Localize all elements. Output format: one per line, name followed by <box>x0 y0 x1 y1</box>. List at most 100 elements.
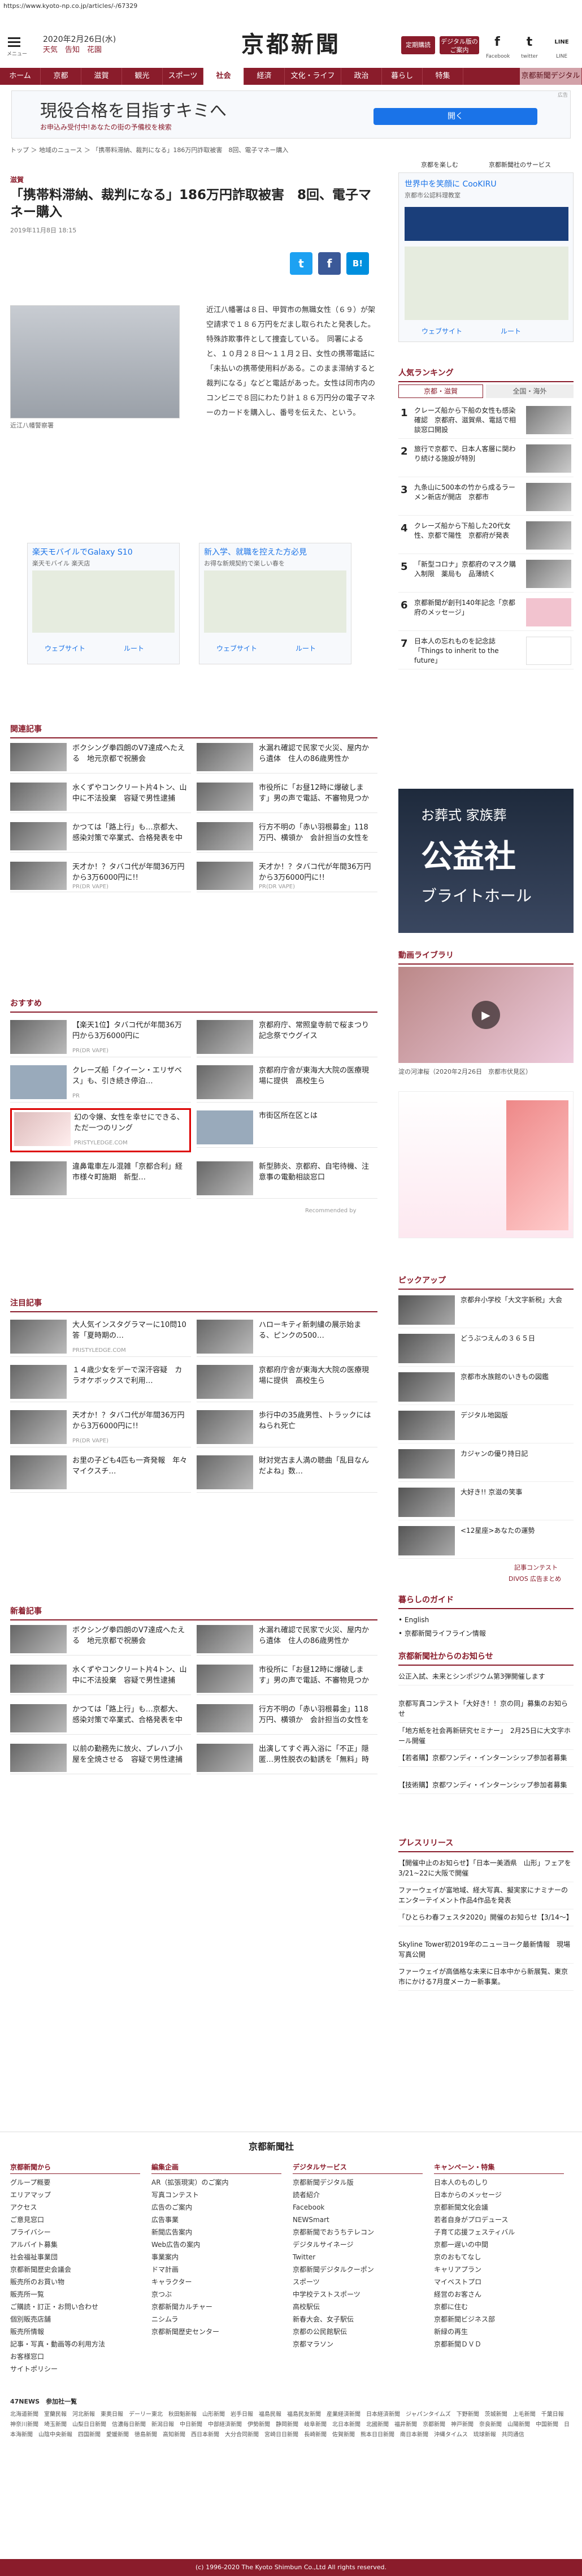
footer-link[interactable]: マイベストプロ <box>434 2276 564 2288</box>
share-hatena-button[interactable]: B! <box>346 252 369 275</box>
footer-link[interactable]: 日本からのメッセージ <box>434 2189 564 2201</box>
link-kyoto-fun[interactable]: 京都を楽しむ <box>421 161 458 170</box>
footer-link[interactable]: プライバシー <box>10 2226 140 2238</box>
facebook-icon[interactable]: f <box>489 34 506 51</box>
mid-ad-2[interactable]: 新入学、就職を控えた方必見 お得な新規契約で楽しい春を ウェブサイト ルート <box>199 543 351 664</box>
right-ad-mobile[interactable] <box>398 1091 574 1238</box>
top-ad-banner[interactable]: 現役合格を目指すキミへ お申込み受付中!あなたの街の予備校を検索 開く 広告 <box>11 90 571 139</box>
notice-item[interactable]: 「地方紙を社会再新研究セミナー」 2月25日に大文字ホール開催 <box>398 1722 574 1750</box>
footer-link[interactable]: Facebook <box>293 2201 423 2214</box>
footer-link[interactable]: 京都新聞デジタルクーポン <box>293 2263 423 2276</box>
footer-link[interactable]: アクセス <box>10 2201 140 2214</box>
footer-link[interactable]: 京都の公民館駅伝 <box>293 2326 423 2338</box>
footer-link[interactable]: 京都新聞でおうちテレコン <box>293 2226 423 2238</box>
ranking-item[interactable]: 5 「新型コロナ」京都府のマスク購入制限 薬局も 品薄続く <box>398 556 574 593</box>
digital-button[interactable]: デジタル版のご案内 <box>440 36 479 54</box>
attention-item[interactable]: 京都府庁舎が東海大大院の医療現場に提供 高校生ら <box>197 1363 377 1402</box>
latest-item[interactable]: かつては「路上行」も…京都大、感染対策で卒業式、合格発表を中止に <box>10 1702 191 1735</box>
footer-link[interactable]: ニシムラ <box>151 2313 281 2326</box>
right-ad-web-button[interactable]: ウェブサイト <box>422 327 462 336</box>
header-weather[interactable]: 天気 告知 花園 <box>43 45 102 56</box>
video-player[interactable]: ▶ <box>398 967 574 1063</box>
footer-link[interactable]: 社会福祉事業団 <box>10 2251 140 2263</box>
line-icon[interactable]: LINE <box>551 34 572 51</box>
footer-link[interactable]: 京つぶ <box>151 2288 281 2301</box>
attention-item[interactable]: 天才か！？タバコ代が年間36万円から3万6000円に!! PR(DR VAPE) <box>10 1408 191 1447</box>
nav-kyoto[interactable]: 京都 <box>41 68 81 85</box>
footer-link[interactable]: 新春大会、女子駅伝 <box>293 2313 423 2326</box>
network-list[interactable]: 北海道新聞 室蘭民報 河北新報 東奥日報 デーリー東北 秋田魁新報 山形新聞 岩… <box>10 2410 572 2440</box>
nav-kanko[interactable]: 観光 <box>122 68 163 85</box>
pickup-item[interactable]: デジタル地図版 <box>398 1407 574 1443</box>
ranking-tab-national[interactable]: 全国・海外 <box>486 384 574 398</box>
ranking-item[interactable]: 2 旅行で京都で、日本人客層に関わり続ける施設が特別 <box>398 441 574 477</box>
right-ad-banner-image[interactable] <box>405 207 568 241</box>
footer-link[interactable]: 新緑の再生 <box>434 2326 564 2338</box>
pickup-item[interactable]: 大好き!! 京滋の笑事 <box>398 1484 574 1520</box>
top-ad-open-button[interactable]: 開く <box>373 108 537 125</box>
footer-link[interactable]: お客様窓口 <box>10 2350 140 2363</box>
nav-digital[interactable]: 京都新聞デジタル <box>520 68 582 85</box>
footer-link[interactable]: キャラクター <box>151 2276 281 2288</box>
pickup-item[interactable]: 京都弁小学校「大文字新税」大会 <box>398 1292 574 1328</box>
ranking-item[interactable]: 1 クレーズ船から下船の女性も感染確認 京都府、滋賀県、電話で相談窓口開設 <box>398 403 574 439</box>
footer-link[interactable]: アルバイト募集 <box>10 2238 140 2251</box>
pickup-more-link[interactable]: 記事コンテスト <box>514 1563 558 1572</box>
nav-seiji[interactable]: 政治 <box>341 68 382 85</box>
ranking-item[interactable]: 6 京都新聞が創刊140年記念「京都府のメッセージ」 <box>398 595 574 631</box>
footer-link[interactable]: 中学校テストスポーツ <box>293 2288 423 2301</box>
nav-kurashi[interactable]: 暮らし <box>382 68 423 85</box>
pickup-item[interactable]: どうぶつえんの３６５日 <box>398 1330 574 1367</box>
footer-link[interactable]: 若者自身がプロデュース <box>434 2214 564 2226</box>
attention-item[interactable]: １４歳少女をデーで深汗容疑 カラオケボックスで利用… <box>10 1363 191 1402</box>
latest-item[interactable]: 出演してすぐ再入浴に「不正」隠匿…男性脱衣の勧誘を「無料」時間地域へ <box>197 1741 377 1774</box>
recommend-item[interactable]: 市街区所在区とは <box>197 1108 377 1148</box>
related-item[interactable]: 行方不明の「赤い羽根募金」118万円、横領か 会計担当の女性を書類送検 <box>197 820 377 853</box>
link-services[interactable]: 京都新聞社のサービス <box>489 161 551 170</box>
related-item[interactable]: 天才か！？タバコ代が年間36万円から3万6000円に!! PR(DR VAPE) <box>10 859 191 892</box>
notice-item[interactable]: 公正入試、未来とシンポジウム第3弾開催します <box>398 1668 574 1685</box>
footer-link[interactable]: 日本人のものしり <box>434 2176 564 2189</box>
guide-lifeline-link[interactable]: • 京都新聞ライフライン情報 <box>398 1625 574 1642</box>
footer-link[interactable]: 読者紹介 <box>293 2189 423 2201</box>
mid-ad-1-map[interactable] <box>32 570 175 633</box>
nav-shiga[interactable]: 滋賀 <box>81 68 122 85</box>
footer-link[interactable]: スポーツ <box>293 2276 423 2288</box>
footer-link[interactable]: 京都新聞ビジネス部 <box>434 2313 564 2326</box>
latest-item[interactable]: 水漏れ確認で民家で火災、屋内から遺体 住人の86歳男性か <box>197 1623 377 1656</box>
notice-item[interactable]: 【若者購】京都ワンディ・インターンシップ参加者募集 <box>398 1749 574 1767</box>
recommend-item[interactable]: 違鼻電車左ル混雑「京都合利」経市様々町施期 新型… <box>10 1159 191 1199</box>
share-facebook-button[interactable]: f <box>318 252 341 275</box>
footer-link[interactable]: 京都新聞文化会議 <box>434 2201 564 2214</box>
nav-keizai[interactable]: 経済 <box>244 68 285 85</box>
notice-item[interactable]: 京都写真コンテスト「大好き！！京の同」募集のお知らせ <box>398 1695 574 1723</box>
related-item[interactable]: 水漏れ確認で民家で火災、屋内から遺体 住人の86歳男性か <box>197 741 377 773</box>
footer-link[interactable]: 写真コンテスト <box>151 2189 281 2201</box>
footer-link[interactable]: 京都新聞デジタル版 <box>293 2176 423 2189</box>
mid-ad-1-web-button[interactable]: ウェブサイト <box>45 644 85 654</box>
share-twitter-button[interactable]: t <box>290 252 312 275</box>
attention-item[interactable]: 財対党古ま人満の聴曲「乱目なんだよね」数… <box>197 1453 377 1493</box>
footer-link[interactable]: 京都新聞カルチャー <box>151 2301 281 2313</box>
footer-link[interactable]: 子育て応援フェスティバル <box>434 2226 564 2238</box>
site-logo[interactable]: 京都新聞 <box>220 31 362 59</box>
footer-link[interactable]: 京都新聞ＤＶＤ <box>434 2338 564 2350</box>
recommend-item[interactable]: クレーズ船「クイーン・エリザベス」も、引き続き停泊… PR <box>10 1063 191 1103</box>
related-item[interactable]: 水くずやコンクリート片4トン、山中に不法投棄 容疑で男性逮捕 <box>10 780 191 813</box>
press-item[interactable]: ファーウェイが富地域、経大写真、擬実家にナミナーのエンターテイメント作品4作品を… <box>398 1882 574 1909</box>
footer-logo[interactable]: 京都新聞社 <box>249 2140 294 2153</box>
footer-link[interactable]: 高校駅伝 <box>293 2301 423 2313</box>
article-category[interactable]: 滋賀 <box>10 175 24 185</box>
right-ad-map[interactable] <box>405 247 568 320</box>
footer-link[interactable]: デジタルサイネージ <box>293 2238 423 2251</box>
footer-link[interactable]: 記事・写真・動画等の利用方法 <box>10 2338 140 2350</box>
attention-item[interactable]: 歩行中の35歳男性、トラックにはねられ死亡 <box>197 1408 377 1447</box>
footer-link[interactable]: グループ概要 <box>10 2176 140 2189</box>
footer-link[interactable]: 事業案内 <box>151 2251 281 2263</box>
attention-item[interactable]: ハローキティ新刺繍の展示始まる、ピンクの500… <box>197 1317 377 1357</box>
twitter-icon[interactable]: t <box>521 34 538 51</box>
footer-link[interactable]: 京のおもてなし <box>434 2251 564 2263</box>
breadcrumb[interactable]: トップ ＞ 地域のニュース ＞ 「携帯料滞納、裁判になる」186万円詐取被害 8… <box>10 146 288 155</box>
nav-sports[interactable]: スポーツ <box>163 68 203 85</box>
press-item[interactable]: 【開催中止のお知らせ】「日本一美酒県 山形」フェアを3/21~22に大阪で開催 <box>398 1855 574 1882</box>
